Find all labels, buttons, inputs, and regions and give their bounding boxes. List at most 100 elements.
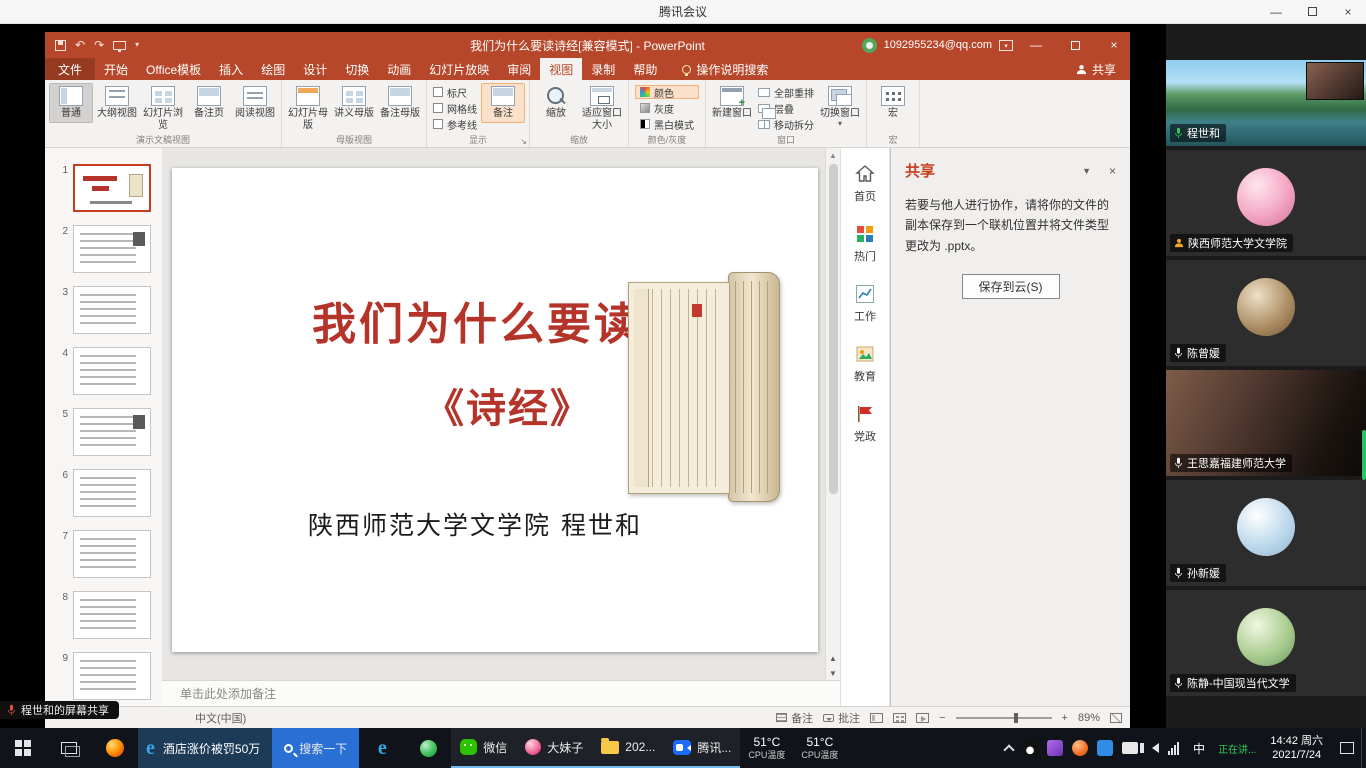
cpu-temp-widget[interactable]: 51°C CPU温度 xyxy=(740,728,793,768)
cpu-temp-widget[interactable]: 51°C CPU温度 xyxy=(793,728,846,768)
share-button[interactable]: 共享 xyxy=(1062,58,1130,80)
grayscale-option[interactable]: 灰度 xyxy=(635,101,699,115)
app-tray-icon[interactable] xyxy=(1047,740,1063,756)
zoom-out-icon[interactable]: − xyxy=(939,712,945,724)
sidebar-item-party[interactable]: 党政 xyxy=(854,404,876,444)
sidebar-item-hot[interactable]: 热门 xyxy=(854,224,876,264)
qat-dropdown-icon[interactable]: ▾ xyxy=(135,41,139,49)
zoom-in-icon[interactable]: + xyxy=(1062,712,1068,724)
tab-slideshow[interactable]: 幻灯片放映 xyxy=(420,58,498,80)
outline-view-button[interactable]: 大纲视图 xyxy=(95,83,139,123)
guides-checkbox[interactable]: 参考线 xyxy=(433,117,477,131)
new-window-button[interactable]: 新建窗口 xyxy=(710,83,754,123)
qq-tray-icon[interactable] xyxy=(1022,740,1038,756)
browser-360-taskbar-button[interactable] xyxy=(405,728,451,768)
start-button[interactable] xyxy=(0,728,46,768)
slide-thumbnail[interactable]: 7 xyxy=(45,530,162,578)
slideshow-status-icon[interactable] xyxy=(916,713,929,723)
ribbon-display-options-icon[interactable]: ▾ xyxy=(999,40,1013,51)
redo-icon[interactable]: ↷ xyxy=(94,38,104,52)
participant-tile[interactable]: 王思嘉福建师范大学 xyxy=(1166,370,1366,476)
taskbar-search[interactable]: 搜索一下 xyxy=(272,728,359,768)
chat-tray-icon[interactable] xyxy=(1097,740,1113,756)
save-to-cloud-button[interactable]: 保存到云(S) xyxy=(962,274,1060,299)
slide-thumbnail[interactable]: 8 xyxy=(45,591,162,639)
ppt-close-icon[interactable]: × xyxy=(1098,32,1130,58)
wechat-taskbar-button[interactable]: 微信 xyxy=(451,728,516,768)
participants-scrollbar[interactable] xyxy=(1362,430,1366,480)
slide-thumbnail[interactable]: 2 xyxy=(45,225,162,273)
account-email[interactable]: 1092955234@qq.com xyxy=(884,39,992,51)
show-desktop-button[interactable] xyxy=(1361,728,1366,768)
tab-view[interactable]: 视图 xyxy=(540,58,582,80)
color-option[interactable]: 颜色 xyxy=(635,85,699,99)
hidden-icons-chevron[interactable] xyxy=(1003,744,1014,755)
news-widget[interactable]: e 酒店涨价被罚50万 xyxy=(138,728,272,768)
network-icon[interactable] xyxy=(1168,742,1179,755)
slide-title-line1[interactable]: 我们为什么要读 xyxy=(312,288,641,352)
account-avatar[interactable] xyxy=(862,38,877,53)
zoom-percent[interactable]: 89% xyxy=(1078,712,1100,724)
sidebar-item-education[interactable]: 教育 xyxy=(854,344,876,384)
tab-draw[interactable]: 绘图 xyxy=(252,58,294,80)
slide-master-button[interactable]: 幻灯片母版 xyxy=(286,83,330,134)
damei-taskbar-button[interactable]: 大妹子 xyxy=(516,728,592,768)
ie-taskbar-button[interactable]: e xyxy=(359,728,405,768)
participant-tile[interactable]: 陈曾媛 xyxy=(1166,260,1366,366)
gridlines-checkbox[interactable]: 网格线 xyxy=(433,101,477,115)
tab-home[interactable]: 开始 xyxy=(95,58,137,80)
slide-thumbnail[interactable]: 1 xyxy=(45,164,162,212)
notes-page-button[interactable]: 备注页 xyxy=(187,83,231,123)
slide-byline[interactable]: 陕西师范大学文学院 程世和 xyxy=(172,506,778,542)
pane-close-icon[interactable]: × xyxy=(1109,164,1116,178)
notes-pane[interactable]: 单击此处添加备注 xyxy=(162,680,840,706)
notes-status-button[interactable]: 备注 xyxy=(776,710,813,726)
slideshow-icon[interactable] xyxy=(113,41,126,50)
participant-tile[interactable]: 孙新媛 xyxy=(1166,480,1366,586)
ruler-checkbox[interactable]: 标尺 xyxy=(433,85,477,99)
ppt-minimize-icon[interactable]: — xyxy=(1020,32,1052,58)
slide-thumbnail[interactable]: 3 xyxy=(45,286,162,334)
zoom-slider[interactable] xyxy=(956,717,1052,719)
volume-icon[interactable] xyxy=(1147,743,1159,753)
tab-help[interactable]: 帮助 xyxy=(624,58,666,80)
meeting-taskbar-button[interactable]: 腾讯... xyxy=(664,728,740,768)
switch-windows-button[interactable]: 切换窗口 ▾ xyxy=(818,83,862,131)
tell-me-search[interactable]: 操作说明搜索 xyxy=(682,58,768,80)
slide-title-line2[interactable]: 《诗经》 xyxy=(424,376,592,434)
tab-design[interactable]: 设计 xyxy=(294,58,336,80)
shijing-book-image[interactable] xyxy=(628,272,780,502)
slide-thumbnail[interactable]: 5 xyxy=(45,408,162,456)
keyboard-tray-icon[interactable] xyxy=(1122,742,1138,754)
handout-master-button[interactable]: 讲义母版 xyxy=(332,83,376,123)
language-indicator[interactable]: 中文(中国) xyxy=(195,710,246,726)
scrollbar-thumb[interactable] xyxy=(829,164,838,494)
normal-view-status-icon[interactable] xyxy=(870,713,883,723)
reading-view-button[interactable]: 阅读视图 xyxy=(233,83,277,123)
sidebar-item-work[interactable]: 工作 xyxy=(854,284,876,324)
ppt-restore-icon[interactable] xyxy=(1059,32,1091,58)
notes-master-button[interactable]: 备注母版 xyxy=(378,83,422,123)
taskbar-clock[interactable]: 14:42 周六 2021/7/24 xyxy=(1260,728,1333,768)
slide-thumbnail[interactable]: 9 xyxy=(45,652,162,700)
black-white-option[interactable]: 黑白模式 xyxy=(635,117,699,131)
sidebar-item-home[interactable]: 首页 xyxy=(854,164,876,204)
scroll-up-icon[interactable]: ▲ xyxy=(826,151,840,160)
tab-review[interactable]: 审阅 xyxy=(498,58,540,80)
tab-office-templates[interactable]: Office模板 xyxy=(137,58,210,80)
folder-taskbar-button[interactable]: 202... xyxy=(592,728,664,768)
arrange-all-button[interactable]: 全部重排 xyxy=(758,85,814,99)
participant-tile[interactable]: 陕西师范大学文学院 xyxy=(1166,150,1366,256)
next-slide-icon[interactable]: ▼ xyxy=(829,669,837,678)
zoom-slider-thumb[interactable] xyxy=(1014,713,1018,723)
previous-slide-icon[interactable]: ▲ xyxy=(829,654,837,663)
save-icon[interactable] xyxy=(55,40,66,51)
participant-tile[interactable]: 程世和 xyxy=(1166,60,1366,146)
slide-scrollbar[interactable]: ▲ ▲ ▼ xyxy=(825,148,840,680)
normal-view-button[interactable]: 普通 xyxy=(49,83,93,123)
zoom-button[interactable]: 缩放 xyxy=(534,83,578,123)
close-icon[interactable]: × xyxy=(1330,0,1366,23)
pane-dropdown-icon[interactable]: ▼ xyxy=(1082,166,1091,176)
tab-record[interactable]: 录制 xyxy=(582,58,624,80)
comments-status-button[interactable]: 批注 xyxy=(823,710,860,726)
